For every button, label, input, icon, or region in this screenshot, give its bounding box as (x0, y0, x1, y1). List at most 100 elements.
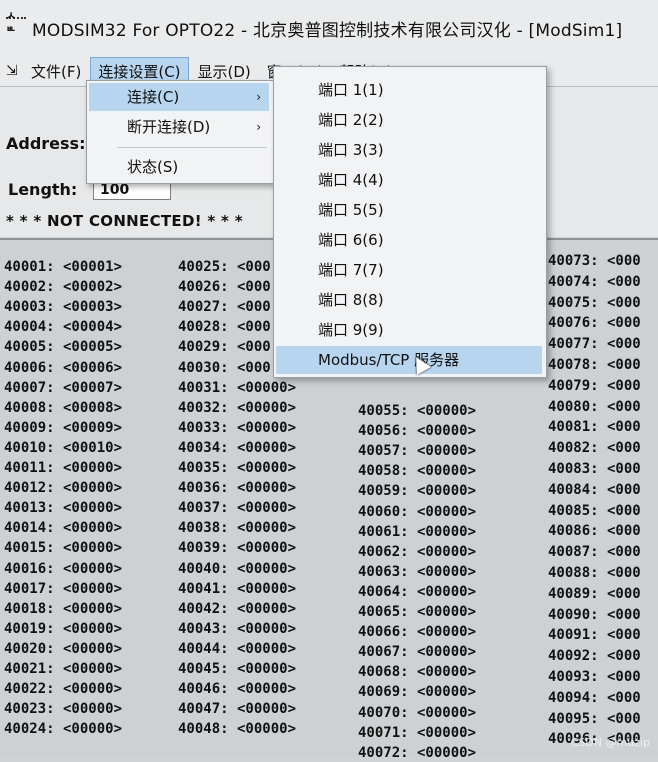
register-cell[interactable]: 40037: <00000> (178, 499, 296, 517)
register-cell[interactable]: 40067: <00000> (358, 643, 476, 661)
register-cell[interactable]: 40020: <00000> (4, 640, 122, 658)
register-cell[interactable]: 40042: <00000> (178, 600, 296, 618)
menu-item-port[interactable]: 端口 4(4) (276, 166, 542, 194)
register-cell[interactable]: 40038: <00000> (178, 519, 296, 537)
register-cell[interactable]: 40063: <00000> (358, 563, 476, 581)
register-cell[interactable]: 40078: <000 (548, 356, 641, 374)
register-cell[interactable]: 40031: <00000> (178, 379, 296, 397)
register-cell[interactable]: 40006: <00006> (4, 359, 122, 377)
register-cell[interactable]: 40024: <00000> (4, 720, 122, 738)
register-cell[interactable]: 40019: <00000> (4, 620, 122, 638)
register-cell[interactable]: 40044: <00000> (178, 640, 296, 658)
menu-file[interactable]: 文件(F) (24, 58, 88, 85)
menu-item-port[interactable]: 端口 9(9) (276, 316, 542, 344)
register-cell[interactable]: 40032: <00000> (178, 399, 296, 417)
register-cell[interactable]: 40062: <00000> (358, 543, 476, 561)
register-cell[interactable]: 40041: <00000> (178, 580, 296, 598)
register-cell[interactable]: 40021: <00000> (4, 660, 122, 678)
register-cell[interactable]: 40018: <00000> (4, 600, 122, 618)
register-cell[interactable]: 40029: <000 (178, 338, 271, 356)
register-cell[interactable]: 40095: <000 (548, 710, 641, 728)
register-cell[interactable]: 40034: <00000> (178, 439, 296, 457)
register-cell[interactable]: 40023: <00000> (4, 700, 122, 718)
register-cell[interactable]: 40008: <00008> (4, 399, 122, 417)
register-cell[interactable]: 40084: <000 (548, 481, 641, 499)
register-cell[interactable]: 40090: <000 (548, 606, 641, 624)
document-icon[interactable]: ⇲ (6, 63, 22, 79)
register-cell[interactable]: 40014: <00000> (4, 519, 122, 537)
register-cell[interactable]: 40035: <00000> (178, 459, 296, 477)
register-cell[interactable]: 40004: <00004> (4, 318, 122, 336)
register-cell[interactable]: 40080: <000 (548, 398, 641, 416)
menu-item-connect[interactable]: 连接(C) › (89, 83, 269, 111)
register-cell[interactable]: 40060: <00000> (358, 503, 476, 521)
menu-item-port[interactable]: 端口 5(5) (276, 196, 542, 224)
register-cell[interactable]: 40087: <000 (548, 543, 641, 561)
register-cell[interactable]: 40045: <00000> (178, 660, 296, 678)
register-cell[interactable]: 40046: <00000> (178, 680, 296, 698)
menu-item-port[interactable]: 端口 6(6) (276, 226, 542, 254)
menu-item-port[interactable]: 端口 8(8) (276, 286, 542, 314)
register-cell[interactable]: 40065: <00000> (358, 603, 476, 621)
register-cell[interactable]: 40039: <00000> (178, 539, 296, 557)
register-cell[interactable]: 40061: <00000> (358, 523, 476, 541)
register-cell[interactable]: 40043: <00000> (178, 620, 296, 638)
register-cell[interactable]: 40073: <000 (548, 252, 641, 270)
register-cell[interactable]: 40030: <000 (178, 359, 271, 377)
register-cell[interactable]: 40015: <00000> (4, 539, 122, 557)
register-cell[interactable]: 40079: <000 (548, 377, 641, 395)
register-cell[interactable]: 40025: <000 (178, 258, 271, 276)
register-cell[interactable]: 40089: <000 (548, 585, 641, 603)
register-cell[interactable]: 40071: <00000> (358, 724, 476, 742)
register-cell[interactable]: 40066: <00000> (358, 623, 476, 641)
menu-item-port[interactable]: 端口 1(1) (276, 76, 542, 104)
register-cell[interactable]: 40040: <00000> (178, 560, 296, 578)
register-cell[interactable]: 40091: <000 (548, 626, 641, 644)
menu-item-port[interactable]: 端口 2(2) (276, 106, 542, 134)
register-cell[interactable]: 40022: <00000> (4, 680, 122, 698)
register-cell[interactable]: 40036: <00000> (178, 479, 296, 497)
register-cell[interactable]: 40027: <000 (178, 298, 271, 316)
register-cell[interactable]: 40002: <00002> (4, 278, 122, 296)
register-cell[interactable]: 40069: <00000> (358, 683, 476, 701)
register-cell[interactable]: 40094: <000 (548, 689, 641, 707)
register-cell[interactable]: 40076: <000 (548, 314, 641, 332)
register-cell[interactable]: 40055: <00000> (358, 402, 476, 420)
register-cell[interactable]: 40086: <000 (548, 522, 641, 540)
register-cell[interactable]: 40081: <000 (548, 418, 641, 436)
register-cell[interactable]: 40033: <00000> (178, 419, 296, 437)
register-cell[interactable]: 40082: <000 (548, 439, 641, 457)
register-cell[interactable]: 40085: <000 (548, 502, 641, 520)
register-cell[interactable]: 40047: <00000> (178, 700, 296, 718)
app-icon[interactable]: ㅅᄟ (6, 9, 26, 39)
register-cell[interactable]: 40007: <00007> (4, 379, 122, 397)
menu-item-port[interactable]: 端口 7(7) (276, 256, 542, 284)
register-cell[interactable]: 40075: <000 (548, 294, 641, 312)
menu-item-status[interactable]: 状态(S) (89, 153, 269, 181)
register-cell[interactable]: 40011: <00000> (4, 459, 122, 477)
register-cell[interactable]: 40028: <000 (178, 318, 271, 336)
menu-item-port[interactable]: 端口 3(3) (276, 136, 542, 164)
register-cell[interactable]: 40017: <00000> (4, 580, 122, 598)
register-cell[interactable]: 40005: <00005> (4, 338, 122, 356)
register-cell[interactable]: 40009: <00009> (4, 419, 122, 437)
register-cell[interactable]: 40003: <00003> (4, 298, 122, 316)
register-cell[interactable]: 40059: <00000> (358, 482, 476, 500)
register-cell[interactable]: 40093: <000 (548, 668, 641, 686)
register-cell[interactable]: 40012: <00000> (4, 479, 122, 497)
register-cell[interactable]: 40001: <00001> (4, 258, 122, 276)
register-cell[interactable]: 40056: <00000> (358, 422, 476, 440)
register-cell[interactable]: 40048: <00000> (178, 720, 296, 738)
register-cell[interactable]: 40083: <000 (548, 460, 641, 478)
register-cell[interactable]: 40013: <00000> (4, 499, 122, 517)
register-cell[interactable]: 40074: <000 (548, 273, 641, 291)
register-cell[interactable]: 40092: <000 (548, 647, 641, 665)
register-cell[interactable]: 40010: <00010> (4, 439, 122, 457)
register-cell[interactable]: 40070: <00000> (358, 704, 476, 722)
menu-item-disconnect[interactable]: 断开连接(D) › (89, 113, 269, 141)
register-cell[interactable]: 40077: <000 (548, 335, 641, 353)
register-cell[interactable]: 40026: <000 (178, 278, 271, 296)
register-cell[interactable]: 40088: <000 (548, 564, 641, 582)
register-cell[interactable]: 40058: <00000> (358, 462, 476, 480)
register-cell[interactable]: 40072: <00000> (358, 744, 476, 762)
